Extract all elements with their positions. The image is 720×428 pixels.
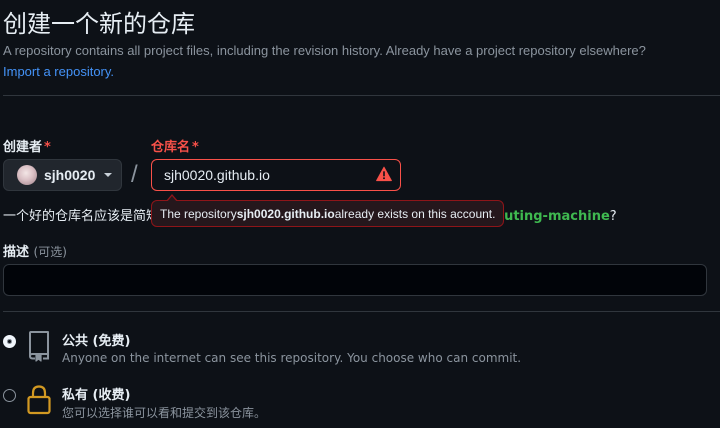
repo-name-label: 仓库名 * [151, 136, 199, 155]
owner-label: 创建者 * [3, 136, 51, 155]
triangle-down-icon [104, 173, 113, 177]
page-title: 创建一个新的仓库 [3, 10, 195, 38]
lock-icon [27, 385, 51, 415]
avatar [17, 165, 37, 185]
owner-repo-separator: / [131, 161, 138, 188]
description-optional-tag: (可选) [33, 245, 67, 259]
repo-required-mark: * [192, 140, 199, 155]
public-option-title: 公共 (免费) [62, 334, 131, 349]
description-label-text: 描述 [3, 245, 30, 260]
owner-label-text: 创建者 [3, 140, 43, 155]
page-subtitle: A repository contains all project files,… [3, 40, 715, 82]
repo-name-input[interactable] [151, 159, 401, 191]
tooltip-repo-name: sjh0020.github.io [236, 206, 335, 221]
public-radio[interactable] [3, 335, 16, 348]
description-label: 描述 (可选) [3, 241, 67, 260]
private-option-description: 您可以选择谁可以看和提交到该仓库。 [62, 406, 267, 420]
owner-select-button[interactable]: sjh0020 [3, 159, 122, 191]
divider [3, 311, 720, 312]
repo-icon [29, 331, 49, 362]
import-repository-link[interactable]: Import a repository. [3, 64, 114, 79]
divider [3, 95, 720, 96]
private-radio[interactable] [3, 389, 16, 402]
tooltip-arrow-inner [167, 196, 177, 202]
tooltip-text-after: already exists on this account. [334, 206, 496, 221]
subtitle-text: A repository contains all project files,… [3, 43, 646, 58]
private-option-title: 私有 (收费) [62, 388, 131, 403]
error-tooltip: The repository sjh0020.github.io already… [151, 200, 505, 227]
owner-name: sjh0020 [44, 167, 96, 183]
public-option-description: Anyone on the internet can see this repo… [62, 351, 522, 365]
alert-triangle-icon [376, 166, 392, 182]
repo-name-label-text: 仓库名 [151, 140, 191, 155]
tooltip-text-before: The repository [160, 206, 237, 221]
hint-suffix: ? [609, 209, 617, 224]
owner-required-mark: * [44, 140, 51, 155]
description-input[interactable] [3, 264, 707, 296]
